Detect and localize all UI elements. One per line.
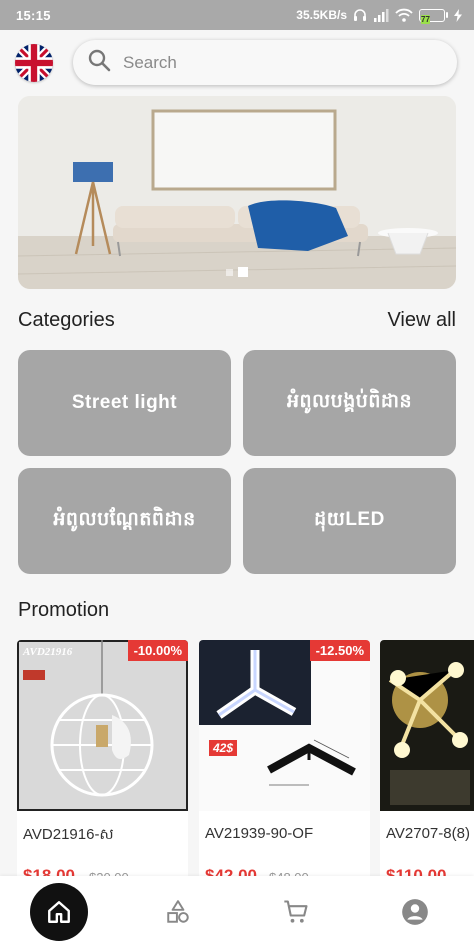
signal-icon — [373, 8, 389, 22]
product-name: AV2707-8(8) — [386, 825, 470, 842]
view-all-link[interactable]: View all — [387, 309, 456, 332]
category-pendant-ceiling-light[interactable]: អំពូលបណ្តែតពិដាន — [18, 468, 231, 574]
headphones-icon — [353, 8, 367, 22]
product-card[interactable]: 42$ -12.50% AV21939-90-OF $42.00 $48.00 — [199, 640, 370, 880]
category-street-light[interactable]: Street light — [18, 350, 231, 456]
category-label: អំពូលបណ្តែតពិដាន — [53, 509, 196, 530]
battery-icon: 77 — [419, 8, 448, 24]
category-label: អំពូលបង្គប់ពិដាន — [286, 391, 413, 412]
category-recessed-ceiling-light[interactable]: អំពូលបង្គប់ពិដាន — [243, 350, 456, 456]
cart-icon — [284, 900, 308, 923]
nav-categories[interactable] — [119, 876, 238, 948]
language-flag-button[interactable] — [15, 44, 53, 82]
categories-title: Categories — [18, 309, 115, 331]
product-image: 42$ -12.50% — [199, 640, 370, 811]
banner-dot-active[interactable] — [238, 267, 248, 277]
product-card[interactable]: AV2707-8(8) $110.00 — [380, 640, 474, 880]
discount-badge: -12.50% — [309, 640, 370, 661]
wifi-icon — [395, 8, 413, 22]
home-icon — [48, 901, 71, 923]
product-image — [380, 640, 474, 811]
promo-banner[interactable] — [18, 96, 456, 289]
uk-flag-icon — [15, 44, 53, 82]
promotion-title: Promotion — [18, 599, 110, 621]
category-led-strip[interactable]: ដុយLED — [243, 468, 456, 574]
search-icon — [87, 48, 111, 77]
banner-image — [18, 96, 456, 289]
image-code-text: AVD21916 — [23, 646, 73, 658]
search-bar[interactable] — [73, 40, 457, 85]
discount-badge: -10.00% — [127, 640, 188, 661]
banner-dots — [18, 267, 456, 277]
bottom-navigation — [0, 876, 474, 948]
status-bar: 15:15 35.5KB/s 77 — [0, 0, 474, 30]
product-name: AVD21916-ស — [23, 826, 114, 843]
category-label: ដុយLED — [314, 509, 385, 530]
categories-icon — [167, 900, 189, 923]
network-speed: 35.5KB/s — [296, 8, 347, 22]
battery-level: 77 — [421, 14, 430, 24]
category-label: Street light — [71, 392, 178, 413]
nav-cart[interactable] — [237, 876, 356, 948]
product-card[interactable]: AVD21916 -10.00% AVD21916-ស $18.00 $20.0… — [17, 640, 188, 880]
account-icon — [401, 899, 428, 925]
product-name: AV21939-90-OF — [205, 825, 314, 842]
nav-account[interactable] — [356, 876, 474, 948]
product-image: AVD21916 -10.00% — [17, 640, 188, 811]
nav-home[interactable] — [0, 876, 119, 948]
search-input[interactable] — [123, 52, 423, 73]
status-icons: 35.5KB/s 77 — [296, 8, 462, 24]
charging-icon — [454, 8, 462, 22]
banner-dot[interactable] — [226, 269, 233, 276]
status-time: 15:15 — [16, 7, 51, 23]
image-price-tag: 42$ — [209, 740, 238, 756]
